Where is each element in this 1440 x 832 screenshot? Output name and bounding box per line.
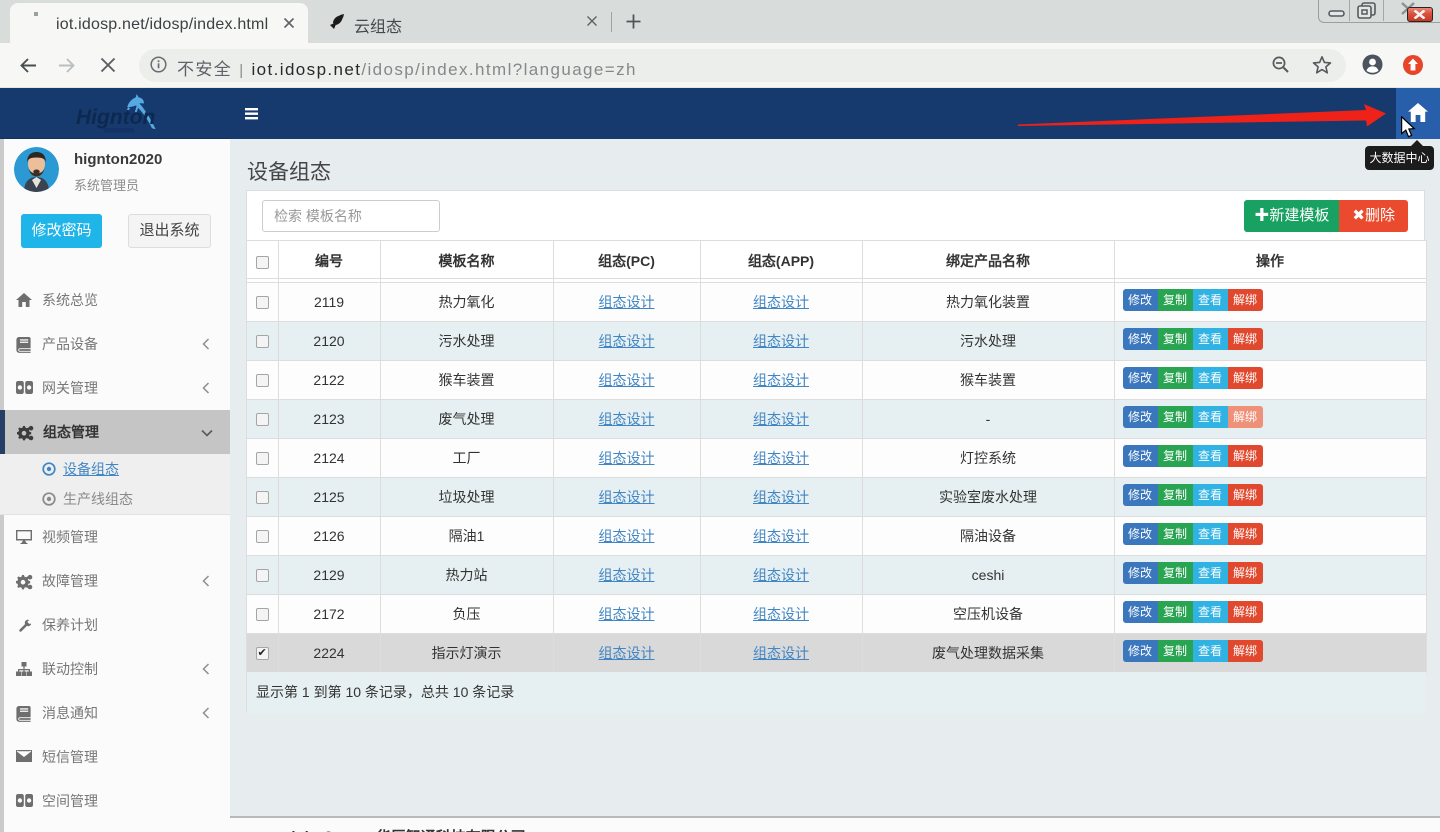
svg-text:Hignton: Hignton bbox=[76, 106, 155, 129]
